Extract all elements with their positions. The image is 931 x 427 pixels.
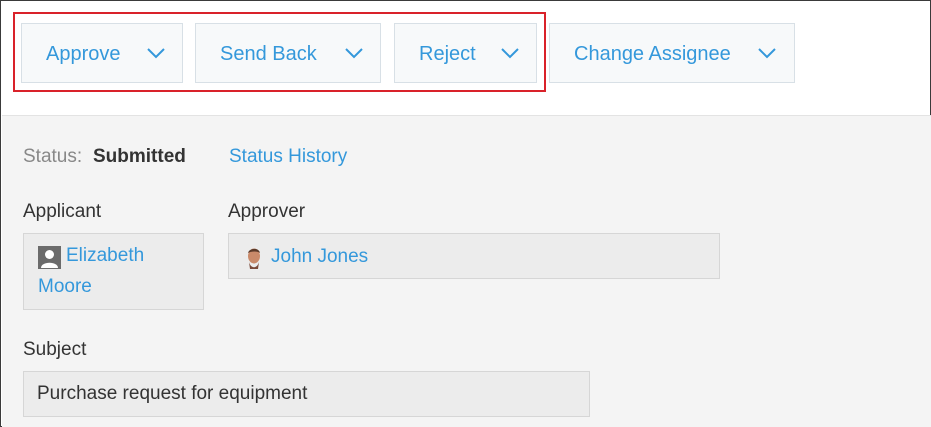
reject-button-label: Reject bbox=[419, 43, 476, 65]
status-history-link[interactable]: Status History bbox=[229, 146, 347, 168]
applicant-label: Applicant bbox=[23, 201, 102, 222]
reject-button[interactable]: Reject bbox=[394, 23, 537, 83]
subject-field: Purchase request for equipment bbox=[23, 371, 590, 417]
subject-value: Purchase request for equipment bbox=[37, 383, 308, 404]
approve-button[interactable]: Approve bbox=[21, 23, 183, 83]
action-toolbar: Approve Send Back Reject Change Assignee bbox=[1, 1, 930, 115]
change-assignee-button-label: Change Assignee bbox=[574, 43, 731, 65]
status-label: Status: bbox=[23, 146, 83, 167]
subject-label: Subject bbox=[23, 339, 87, 360]
window-frame: Approve Send Back Reject Change Assignee bbox=[0, 0, 931, 427]
user-avatar-icon bbox=[248, 248, 260, 269]
applicant-name-last[interactable]: Moore bbox=[38, 276, 92, 298]
approver-label: Approver bbox=[228, 201, 306, 222]
chevron-down-icon bbox=[501, 48, 519, 59]
applicant-field: Elizabeth Moore bbox=[23, 233, 204, 310]
approve-button-label: Approve bbox=[46, 43, 121, 65]
applicant-name-first[interactable]: Elizabeth bbox=[66, 245, 144, 267]
send-back-button[interactable]: Send Back bbox=[195, 23, 381, 83]
change-assignee-button[interactable]: Change Assignee bbox=[549, 23, 795, 83]
record-details-panel: Status: Submitted Status History Applica… bbox=[2, 115, 931, 427]
approver-name[interactable]: John Jones bbox=[271, 246, 368, 268]
chevron-down-icon bbox=[758, 48, 776, 59]
send-back-button-label: Send Back bbox=[220, 43, 317, 65]
chevron-down-icon bbox=[345, 48, 363, 59]
user-placeholder-icon bbox=[38, 246, 61, 269]
chevron-down-icon bbox=[147, 48, 165, 59]
status-value: Submitted bbox=[93, 146, 186, 167]
approver-field: John Jones bbox=[228, 233, 720, 279]
